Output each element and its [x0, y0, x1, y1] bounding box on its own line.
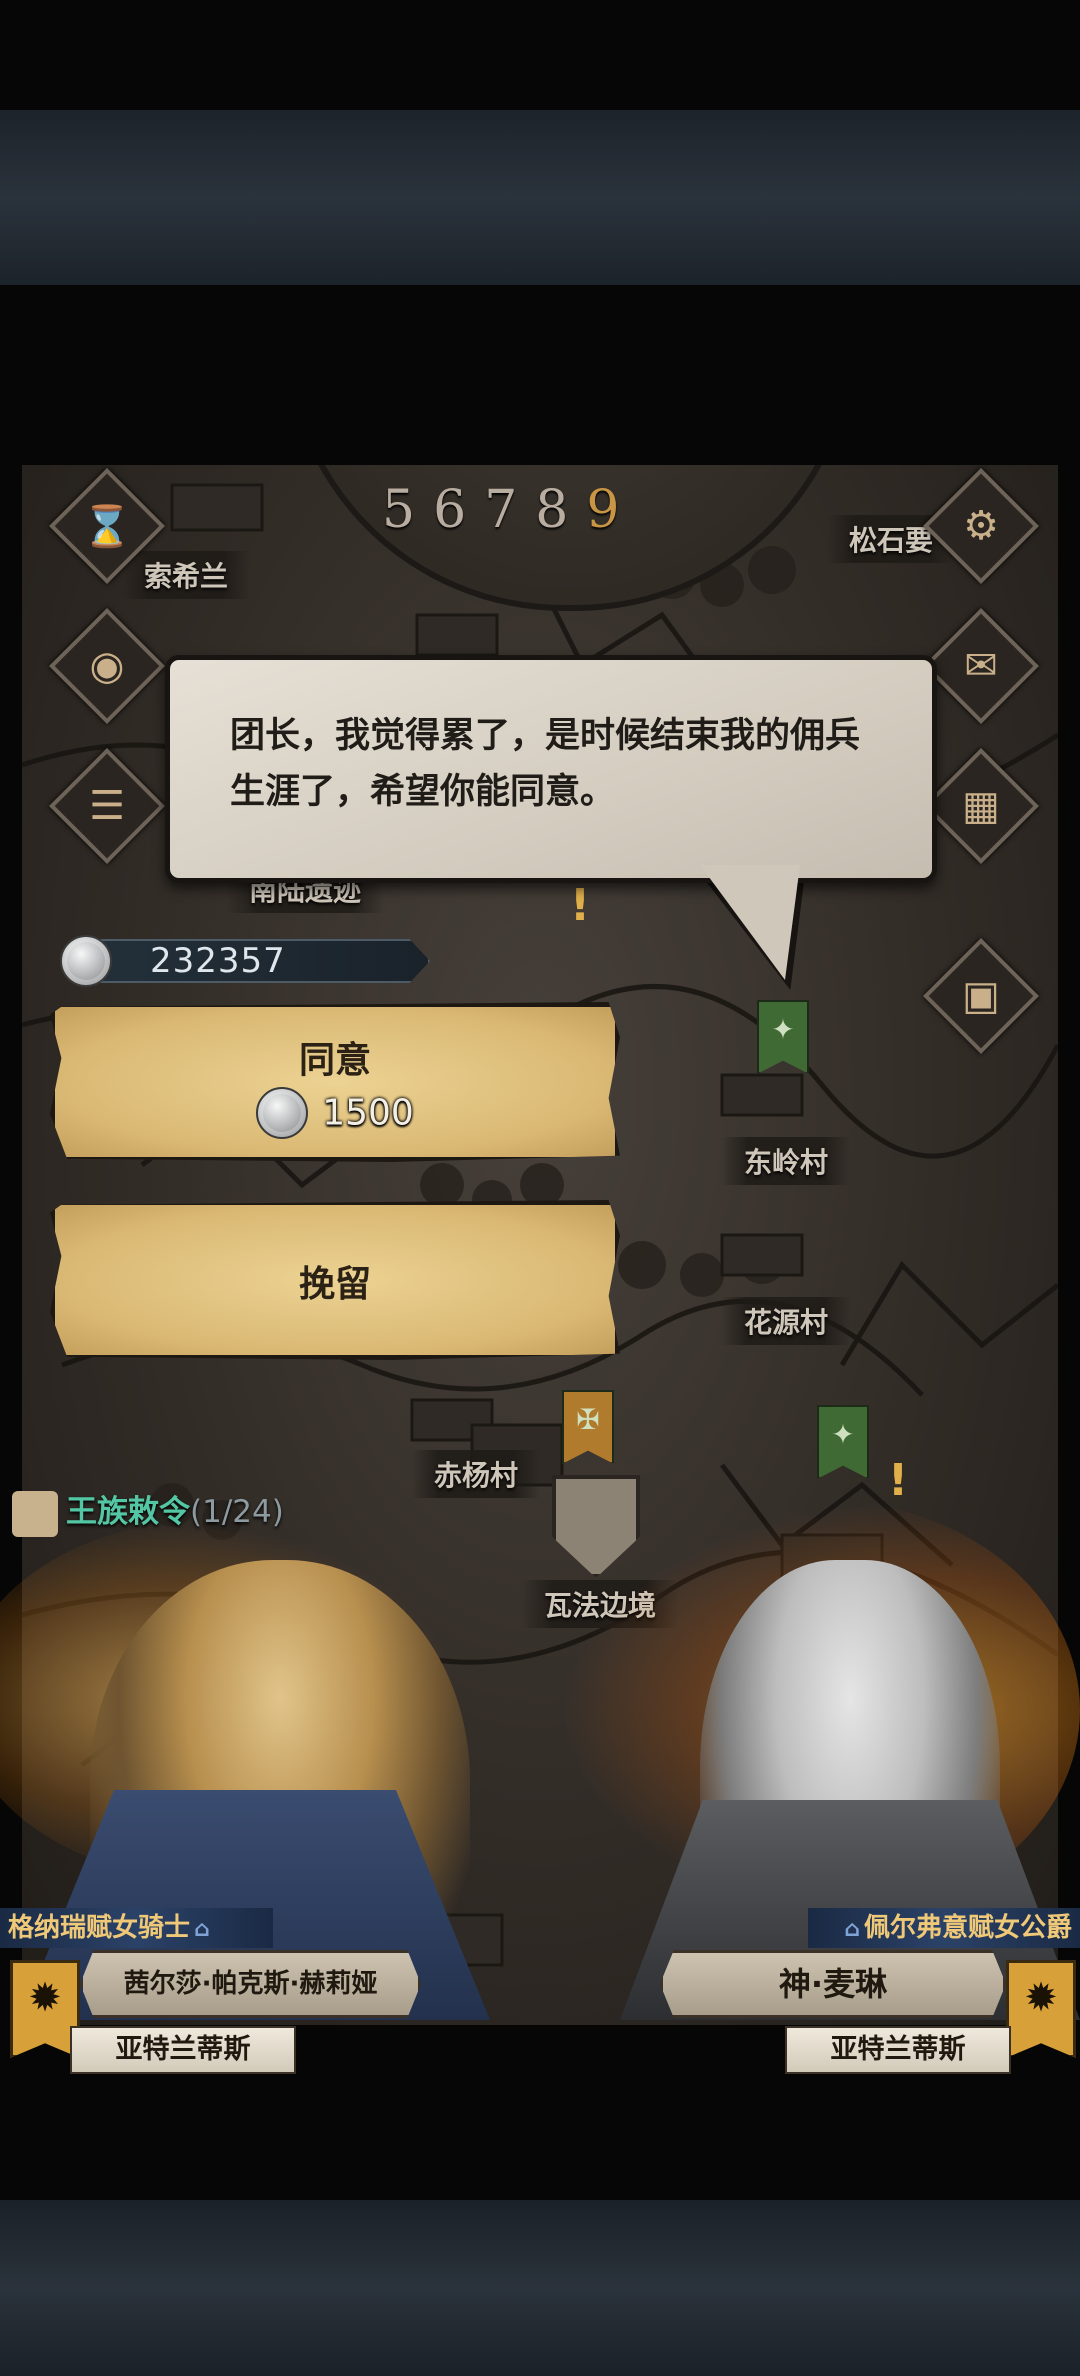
speech-bubble: 团长，我觉得累了，是时候结束我的佣兵生涯了，希望你能同意。: [165, 655, 937, 883]
silver-currency: 232357: [60, 935, 430, 987]
rank-chevron-icon: ⌂: [194, 1917, 210, 1942]
day-clock-numbers: 56789: [382, 480, 638, 540]
silver-coin-icon: [60, 935, 112, 987]
right-character-name: 神·麦琳: [660, 1950, 1006, 2018]
rank-chevron-icon: ⌂: [844, 1917, 860, 1942]
place-label[interactable]: 东岭村: [722, 1137, 851, 1185]
left-character-nation: 亚特兰蒂斯: [70, 2026, 296, 2074]
money-bag-icon: ◉: [89, 643, 125, 689]
agree-cost-value: 1500: [322, 1092, 414, 1134]
retain-label: 挽留: [298, 1264, 371, 1305]
retain-button[interactable]: 挽留: [50, 1200, 620, 1360]
building-icon: ▦: [962, 783, 1000, 829]
agree-cost: 1500: [55, 1087, 615, 1139]
decree-scroll-icon: [12, 1490, 58, 1537]
gear-icon: ⚙: [963, 503, 999, 549]
letter-icon: ✉: [964, 643, 998, 689]
alert-marker[interactable]: !: [570, 880, 590, 931]
top-backdrop-band: [0, 110, 1080, 285]
hourglass-icon: ⌛: [82, 503, 132, 550]
right-sun-crest-icon: ✹: [1006, 1960, 1076, 2058]
left-title-text: 格纳瑞赋女骑士: [8, 1913, 191, 1943]
left-character-name: 茜尔莎·帕克斯·赫莉娅: [80, 1950, 421, 2018]
place-label[interactable]: 花源村: [722, 1297, 851, 1345]
bottom-backdrop-band: [0, 2200, 1080, 2376]
right-character-nation: 亚特兰蒂斯: [785, 2026, 1011, 2074]
right-title-text: 佩尔弗意赋女公爵: [863, 1913, 1072, 1943]
scroll-icon: ☰: [89, 783, 125, 829]
dialog-text: 团长，我觉得累了，是时候结束我的佣兵生涯了，希望你能同意。: [230, 716, 861, 812]
right-character-title: ⌂ 佩尔弗意赋女公爵: [808, 1908, 1080, 1948]
supply-crate-icon: ▣: [962, 973, 1000, 1019]
left-character-title: 格纳瑞赋女骑士 ⌂: [0, 1908, 273, 1948]
agree-label: 同意: [298, 1040, 371, 1081]
place-label[interactable]: 赤杨村: [412, 1450, 541, 1498]
agree-button[interactable]: 同意 1500: [50, 1002, 620, 1162]
silver-amount: 232357: [150, 941, 286, 981]
silver-coin-icon: [256, 1087, 309, 1139]
alert-marker[interactable]: !: [888, 1455, 908, 1506]
